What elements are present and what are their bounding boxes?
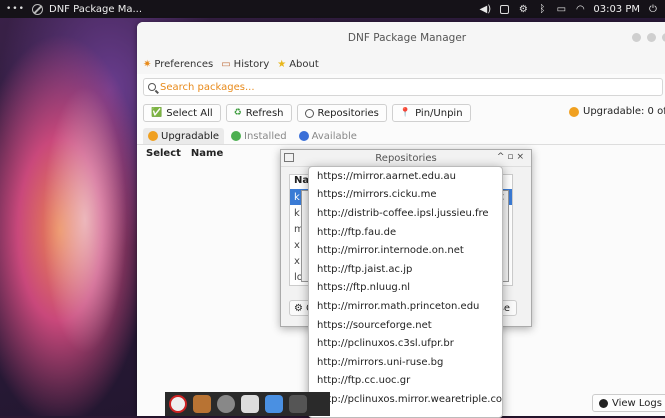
mirror-option[interactable]: http://mirror.math.princeton.edu xyxy=(309,297,502,316)
repositories-button[interactable]: Repositories xyxy=(296,104,387,122)
terminal-app-icon[interactable] xyxy=(289,395,307,413)
tab-installed[interactable]: Installed xyxy=(226,128,292,144)
mirror-option[interactable]: https://mirrors.cicku.me xyxy=(309,186,502,205)
window-title: DNF Package Manager xyxy=(347,32,467,44)
mirror-option[interactable]: https://sourceforge.net xyxy=(309,316,502,335)
blue-dot-icon xyxy=(298,131,309,141)
column-select[interactable]: Select xyxy=(146,148,181,159)
app-window-icon xyxy=(32,3,43,15)
view-logs-button[interactable]: View Logs xyxy=(592,394,665,412)
orange-dot-icon xyxy=(569,106,579,117)
mirror-option[interactable]: http://ftp.fau.de xyxy=(309,223,502,242)
mirror-option[interactable]: http://mirrors.uni-ruse.bg xyxy=(309,353,502,372)
select-all-label: Select All xyxy=(166,107,213,119)
email-app-icon[interactable] xyxy=(241,395,259,413)
menu-about-label: About xyxy=(289,58,319,70)
repositories-dialog-titlebar[interactable]: Repositories ^▫× xyxy=(281,150,531,167)
check-icon: ✅ xyxy=(151,108,163,118)
active-window-title[interactable]: DNF Package Ma... xyxy=(49,4,142,15)
dock xyxy=(165,392,330,416)
view-logs-label: View Logs xyxy=(612,397,662,409)
toolbar: ✅ Select All ♻ Refresh Repositories 📍 Pi… xyxy=(137,102,665,124)
search-input[interactable] xyxy=(160,81,640,93)
menu-history-label: History xyxy=(233,58,270,70)
mirror-option[interactable]: https://mirror.aarnet.edu.au xyxy=(309,167,502,186)
mirror-option[interactable]: http://ftp.cc.uoc.gr xyxy=(309,372,502,391)
pin-icon: 📍 xyxy=(399,108,412,118)
pin-unpin-button[interactable]: 📍 Pin/Unpin xyxy=(391,104,471,122)
settings-app-icon[interactable] xyxy=(217,395,235,413)
power-app-icon[interactable] xyxy=(169,395,187,413)
clock[interactable]: 03:03 PM xyxy=(593,4,640,15)
settings-icon[interactable]: ⚙ xyxy=(517,3,529,15)
mirror-option[interactable]: http://pclinuxos.mirror.wearetriple.com xyxy=(309,390,502,409)
system-tray: ◀) ⚙ ᛒ ▭ ◠ 03:03 PM ⏻ xyxy=(479,0,665,18)
menu-preferences-label: Preferences xyxy=(154,58,214,70)
minimize-button[interactable] xyxy=(632,33,641,42)
search-bar[interactable] xyxy=(143,78,663,96)
book-icon: ▭ xyxy=(221,58,231,70)
gear-icon: ⚙ xyxy=(294,302,303,314)
window-controls xyxy=(632,33,665,42)
window-icon xyxy=(284,153,294,162)
files-app-icon[interactable] xyxy=(265,395,283,413)
refresh-button[interactable]: ♻ Refresh xyxy=(225,104,292,122)
mirror-option[interactable]: http://ftp.jaist.ac.jp xyxy=(309,260,502,279)
package-app-icon[interactable] xyxy=(193,395,211,413)
mirror-option[interactable]: https://ftp.nluug.nl xyxy=(309,279,502,298)
window-titlebar[interactable]: DNF Package Manager xyxy=(137,22,665,54)
dialog-controls[interactable]: ^▫× xyxy=(497,152,527,162)
repositories-dialog-title: Repositories xyxy=(375,152,437,164)
search-icon xyxy=(148,83,156,91)
upgradable-status-text: Upgradable: 0 of 0 xyxy=(583,106,665,117)
repositories-label: Repositories xyxy=(317,107,379,119)
menu-bar: ✷ Preferences ▭ History ★ About xyxy=(137,54,665,74)
column-name[interactable]: Name xyxy=(191,148,223,159)
orange-dot-icon xyxy=(148,131,158,141)
tab-bar: Upgradable Installed Available xyxy=(137,128,665,145)
tab-available[interactable]: Available xyxy=(294,128,362,144)
bluetooth-icon[interactable]: ᛒ xyxy=(536,3,548,15)
upgradable-status: Upgradable: 0 of 0 xyxy=(569,106,665,117)
mirror-option[interactable]: http://distrib-coffee.ipsl.jussieu.fre xyxy=(309,204,502,223)
wifi-icon[interactable]: ◠ xyxy=(574,3,586,15)
mirror-dropdown: https://mirror.aarnet.edu.au https://mir… xyxy=(308,166,503,418)
mirror-option[interactable]: http://pclinuxos.c3sl.ufpr.br xyxy=(309,334,502,353)
menu-preferences[interactable]: ✷ Preferences xyxy=(143,59,213,70)
refresh-label: Refresh xyxy=(245,107,284,119)
menu-about[interactable]: ★ About xyxy=(277,59,319,70)
green-dot-icon xyxy=(231,131,242,141)
battery-icon[interactable]: ▭ xyxy=(555,3,567,15)
star-icon: ★ xyxy=(277,58,287,70)
repository-icon xyxy=(304,108,314,118)
tab-upgradable-label: Upgradable xyxy=(161,130,220,142)
maximize-button[interactable] xyxy=(647,33,656,42)
log-icon xyxy=(599,398,608,408)
pin-unpin-label: Pin/Unpin xyxy=(415,107,463,119)
activities-dots-icon[interactable]: ••• xyxy=(6,4,24,14)
top-panel: ••• DNF Package Ma... ◀) ⚙ ᛒ ▭ ◠ 03:03 P… xyxy=(0,0,665,18)
updates-icon[interactable] xyxy=(498,3,510,15)
tab-available-label: Available xyxy=(311,130,357,142)
power-icon[interactable]: ⏻ xyxy=(647,3,659,15)
volume-icon[interactable]: ◀) xyxy=(479,3,492,15)
tab-upgradable[interactable]: Upgradable xyxy=(143,128,225,144)
star-icon: ✷ xyxy=(143,58,152,70)
tab-installed-label: Installed xyxy=(244,130,287,142)
select-all-button[interactable]: ✅ Select All xyxy=(143,104,221,122)
refresh-icon: ♻ xyxy=(233,108,242,118)
menu-history[interactable]: ▭ History xyxy=(221,59,269,70)
mirror-option[interactable]: http://mirror.internode.on.net xyxy=(309,241,502,260)
